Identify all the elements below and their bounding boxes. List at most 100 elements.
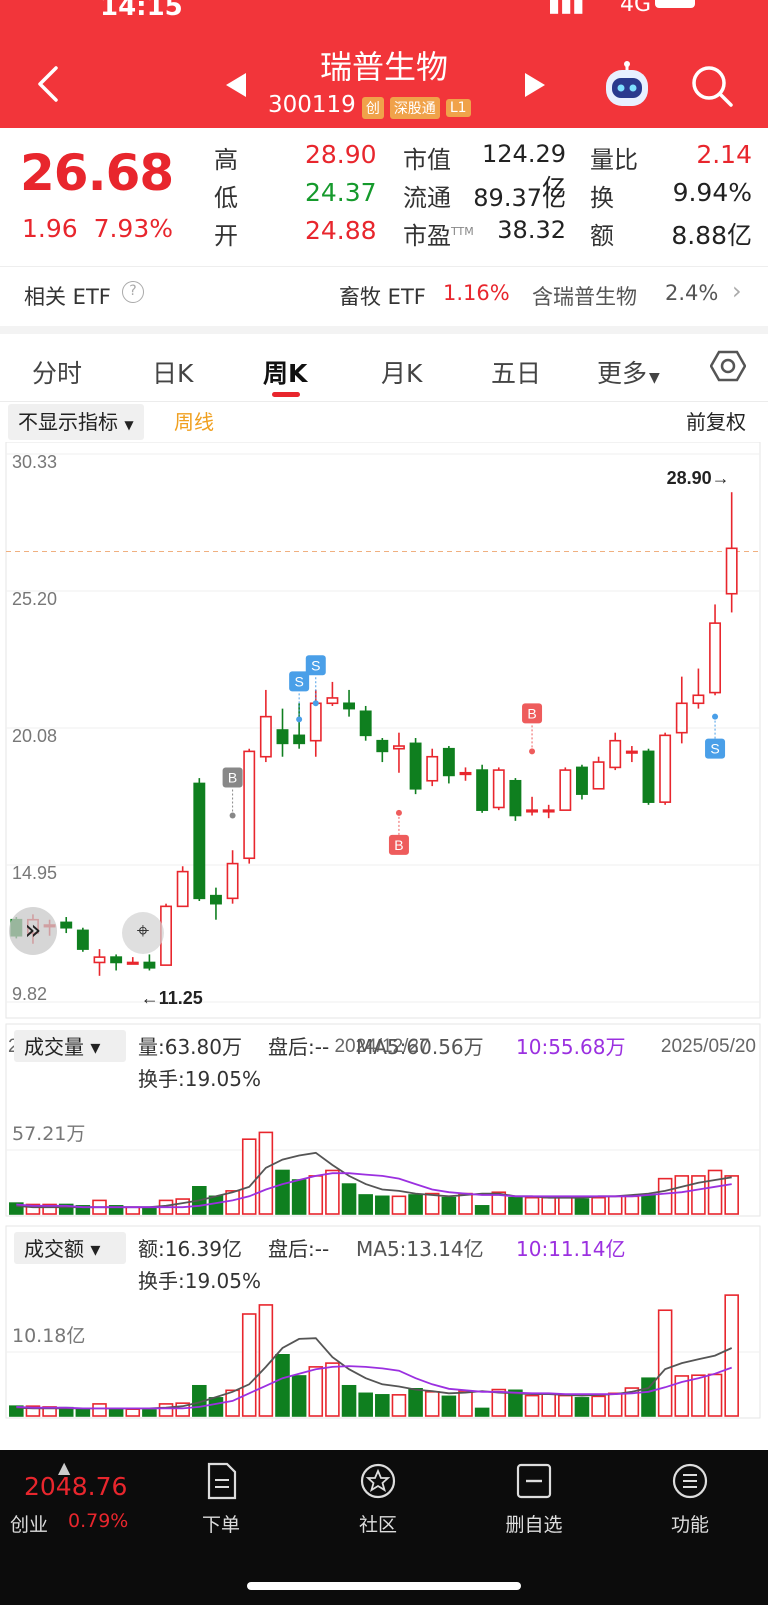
volume-bar-up [424,1192,440,1215]
tab-fenshi[interactable]: 分时 [32,354,82,390]
amount-bar-down [275,1354,290,1417]
amount-bar-up [241,1313,257,1417]
tab-wuri[interactable]: 五日 [491,354,541,390]
amount-bar-up [458,1390,473,1417]
stock-code: 300119 [268,92,356,118]
amount-bar-up [524,1394,540,1417]
volume-bar-up [674,1175,690,1215]
index-name: 创业 [10,1514,49,1536]
y-tick-label: 14.95 [12,863,57,883]
home-indicator [247,1582,521,1590]
search-button[interactable] [690,64,734,108]
candle-up [93,956,106,964]
next-stock-button[interactable] [519,70,549,100]
tab-rik[interactable]: 日K [152,354,193,390]
volume-bar-down [441,1196,457,1215]
volume-ma10-line [16,1172,732,1209]
amount-bar-up [691,1374,706,1417]
crosshair-toggle-button[interactable]: ⌖ [122,912,164,954]
candle-down [276,729,289,745]
badge-l1: L1 [445,98,471,117]
marker-letter: B [394,837,403,853]
marker-dot [712,713,719,720]
volume-bar-up [657,1177,673,1215]
back-button[interactable] [30,64,70,104]
battery-icon [655,0,695,8]
amount-value: 额:16.39亿 [138,1237,242,1261]
tab-more[interactable]: 更多 ▼ [597,354,660,390]
amount-bar-up [558,1394,573,1417]
candle-down [376,739,389,753]
marker-dot [529,748,536,755]
volume-bar-up [391,1195,407,1215]
volume-ma5-line [16,1151,732,1209]
amount-bar-down [574,1397,590,1417]
adjust-mode-button[interactable]: 前复权 [686,404,746,440]
assistant-robot-button[interactable] [600,60,654,112]
etf-pct: 1.16% [443,281,510,305]
amount-after-hours: 盘后:-- [268,1237,329,1261]
candle-down [110,956,123,964]
candle-up [625,750,638,754]
chart-settings-button[interactable] [709,348,747,384]
expand-button[interactable]: » [9,907,57,955]
candle-up [725,547,738,595]
candle-up [709,622,722,694]
amount-bar-up [607,1392,623,1417]
volume-bar-up [558,1196,573,1215]
prev-stock-button[interactable] [222,70,252,100]
tab-more-label: 更多 [597,359,648,388]
amount-bar-down [341,1384,357,1417]
tab-yuek[interactable]: 月K [381,354,422,390]
candle-up [326,697,339,705]
current-price: 26.68 [20,144,174,202]
quote-label2-2: 市盈TTM [403,216,474,251]
index-value[interactable]: 2048.76 [24,1472,127,1501]
network-label: 4G [620,0,652,17]
candle-up [492,769,505,809]
candle-up [226,862,239,900]
candle-up [459,771,472,776]
help-icon[interactable]: ? [122,281,144,303]
badge-chuang: 创 [361,96,384,119]
nav-functions[interactable]: 功能 [630,1462,750,1537]
status-time: 14:15 [100,0,183,22]
volume-bar-up [541,1196,556,1215]
candle-down [60,921,73,929]
amount-select-label[interactable]: 成交额 ▾ [24,1237,100,1261]
volume-bar-down [641,1194,656,1215]
amount-bar-up [92,1403,107,1417]
amount-bar-up [591,1395,606,1417]
index-pct: 0.79% [68,1510,129,1532]
quote-label3-2: 额 [590,222,614,250]
amount-bar-down [142,1409,157,1417]
tab-zhouk[interactable]: 周K [263,354,307,390]
volume-bar-up [591,1196,606,1215]
crosshair-icon: ⌖ [136,919,150,944]
stock-name: 瑞普生物 [319,48,448,86]
nav-remove-watchlist[interactable]: 删自选 [474,1462,594,1537]
y-tick-label: 9.82 [12,984,47,1004]
amount-bar-down [291,1375,307,1417]
candle-up [259,715,272,758]
related-etf-bar[interactable]: 相关 ETF ? 畜牧 ETF 1.16% 含瑞普生物 2.4% › [0,266,768,326]
candle-down [575,766,588,795]
candle-down [476,769,489,811]
volume-bar-down [474,1205,490,1215]
triangle-right-icon [525,73,545,97]
bottom-nav: ▲ 2048.76 创业 0.79% 下单 社区 删自选 功能 [0,1450,768,1605]
marker-letter: B [527,705,536,721]
nav-community[interactable]: 社区 [318,1462,438,1537]
quote-value3-0: 2.14 [696,140,752,169]
amount-chart[interactable]: 成交额 ▾ 额:16.39亿 盘后:-- MA5:13.14亿 10:11.14亿换手:… [0,1224,768,1424]
volume-chart[interactable]: 成交量 ▾ 量:63.80万 盘后:-- MA5:60.56万 10:55.68万换手:… [0,1022,768,1222]
nav-order[interactable]: 下单 [161,1462,281,1537]
candle-down [642,750,655,803]
kline-frame [5,442,761,1019]
indicator-select[interactable]: 不显示指标 ▼ [8,404,144,440]
kline-chart[interactable]: 30.3325.2020.0814.959.8228.90→←11.25BSSB… [0,442,768,1058]
volume-turnover: 换手:19.05% [138,1067,261,1091]
amount-ma10-label: 10:11.14亿 [516,1237,625,1261]
quote-label-1: 低 [214,184,238,212]
volume-select-label[interactable]: 成交量 ▾ [24,1035,100,1059]
